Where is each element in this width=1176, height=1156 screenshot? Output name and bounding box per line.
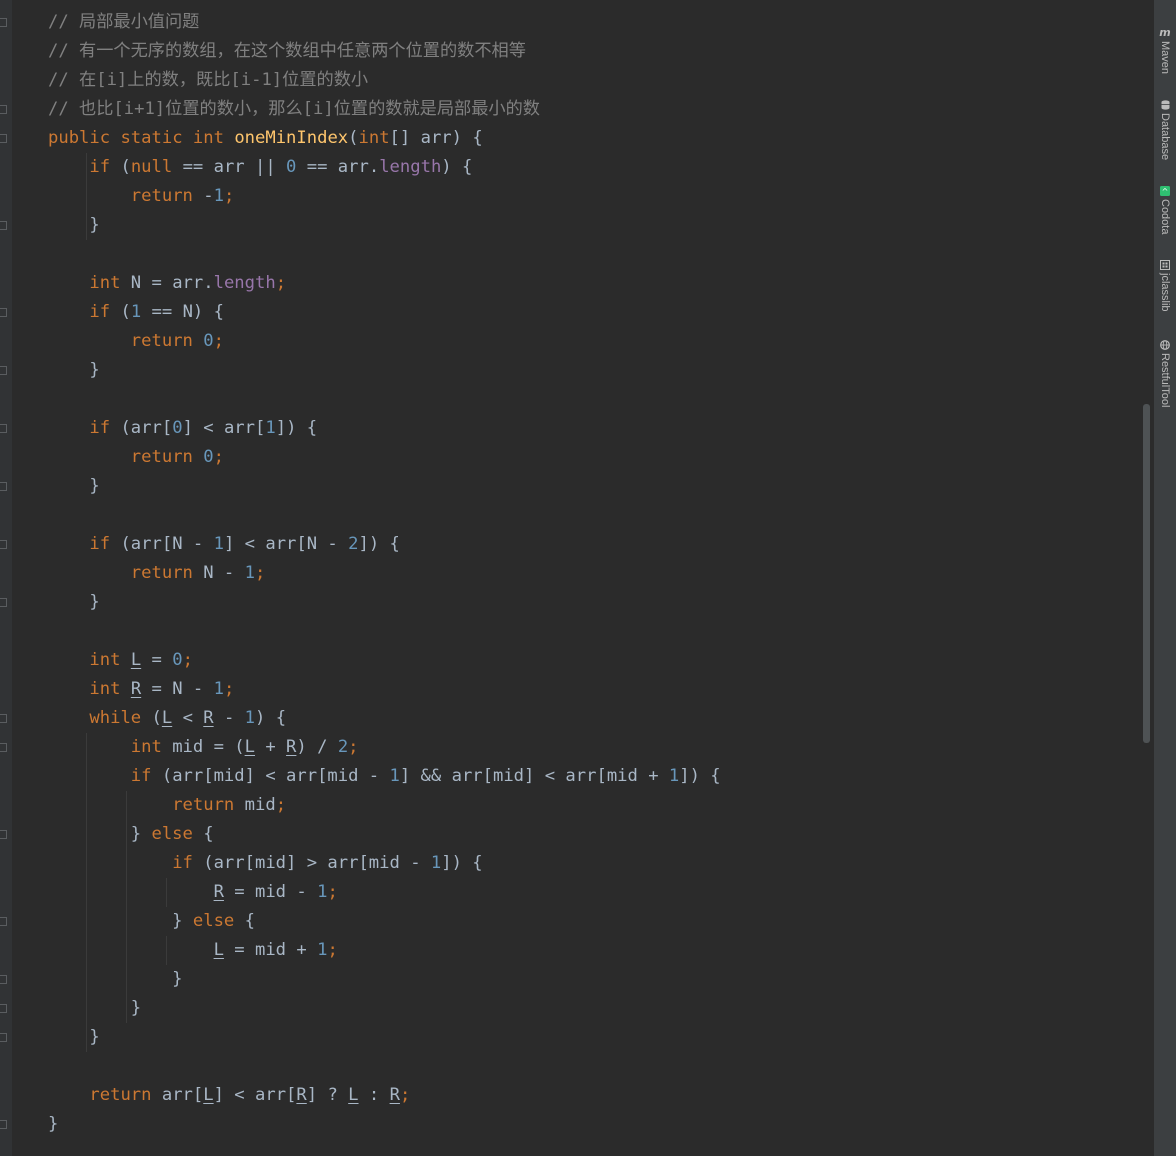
fold-marker-icon[interactable] xyxy=(0,424,7,433)
fold-marker-icon[interactable] xyxy=(0,598,7,607)
code-line[interactable]: if (arr[N - 1] < arr[N - 2]) { xyxy=(48,530,400,559)
code-line[interactable]: } xyxy=(48,211,99,240)
database-label: Database xyxy=(1159,113,1171,161)
codota-label: Codota xyxy=(1159,199,1171,235)
code-line[interactable]: return 0; xyxy=(48,327,224,356)
code-line[interactable]: } else { xyxy=(48,907,255,936)
codota-icon: ^ xyxy=(1160,186,1170,196)
code-line[interactable]: } xyxy=(48,965,182,994)
fold-marker-icon[interactable] xyxy=(0,540,7,549)
code-line[interactable]: int R = N - 1; xyxy=(48,675,234,704)
code-line[interactable]: while (L < R - 1) { xyxy=(48,704,286,733)
code-line[interactable]: return -1; xyxy=(48,182,235,211)
fold-marker-icon[interactable] xyxy=(0,105,7,114)
code-line[interactable]: } xyxy=(48,994,141,1023)
code-line[interactable]: if (null == arr || 0 == arr.length) { xyxy=(48,153,472,182)
maven-label: Maven xyxy=(1159,41,1171,75)
code-line[interactable]: if (arr[0] < arr[1]) { xyxy=(48,414,317,443)
code-line[interactable]: int mid = (L + R) / 2; xyxy=(48,733,359,762)
globe-icon xyxy=(1160,340,1170,350)
fold-marker-icon[interactable] xyxy=(0,830,7,839)
code-line[interactable]: return mid; xyxy=(48,791,286,820)
code-line[interactable]: return 0; xyxy=(48,443,224,472)
maven-tool-button[interactable]: m Maven xyxy=(1155,26,1175,75)
fold-marker-icon[interactable] xyxy=(0,1004,7,1013)
code-line[interactable]: // 局部最小值问题 xyxy=(48,8,199,37)
fold-marker-icon[interactable] xyxy=(0,134,7,143)
code-line[interactable]: R = mid - 1; xyxy=(48,878,338,907)
fold-marker-icon[interactable] xyxy=(0,18,7,27)
fold-marker-icon[interactable] xyxy=(0,714,7,723)
svg-text:^: ^ xyxy=(1162,187,1169,196)
restfultool-tool-button[interactable]: RestfulTool xyxy=(1155,340,1175,407)
code-line[interactable]: } xyxy=(48,1110,58,1139)
fold-marker-icon[interactable] xyxy=(0,1120,7,1129)
code-line[interactable]: } xyxy=(48,356,99,385)
fold-marker-icon[interactable] xyxy=(0,308,7,317)
database-tool-button[interactable]: Database xyxy=(1155,100,1175,160)
code-line[interactable]: public static int oneMinIndex(int[] arr)… xyxy=(48,124,483,153)
fold-marker-icon[interactable] xyxy=(0,743,7,752)
code-line[interactable]: // 在[i]上的数，既比[i-1]位置的数小 xyxy=(48,66,368,95)
restfultool-label: RestfulTool xyxy=(1159,353,1171,408)
code-editor[interactable]: // 局部最小值问题// 有一个无序的数组，在这个数组中任意两个位置的数不相等 /… xyxy=(48,8,1138,1148)
editor-gutter[interactable] xyxy=(0,0,12,1156)
fold-marker-icon[interactable] xyxy=(0,1033,7,1042)
code-line[interactable]: // 有一个无序的数组，在这个数组中任意两个位置的数不相等 xyxy=(48,37,526,66)
code-line[interactable]: L = mid + 1; xyxy=(48,936,338,965)
fold-marker-icon[interactable] xyxy=(0,221,7,230)
code-line[interactable]: } else { xyxy=(48,820,214,849)
code-line[interactable]: } xyxy=(48,1023,99,1052)
code-line[interactable]: int N = arr.length; xyxy=(48,269,286,298)
fold-marker-icon[interactable] xyxy=(0,366,7,375)
jclasslib-label: jclasslib xyxy=(1159,273,1171,312)
vertical-scrollbar[interactable] xyxy=(1143,404,1150,743)
code-line[interactable]: if (arr[mid] < arr[mid - 1] && arr[mid] … xyxy=(48,762,721,791)
code-line[interactable]: // 也比[i+1]位置的数小，那么[i]位置的数就是局部最小的数 xyxy=(48,95,540,124)
database-icon xyxy=(1160,100,1170,110)
fold-marker-icon[interactable] xyxy=(0,917,7,926)
code-line[interactable]: return arr[L] < arr[R] ? L : R; xyxy=(48,1081,410,1110)
codota-tool-button[interactable]: ^ Codota xyxy=(1155,186,1175,234)
code-line[interactable]: } xyxy=(48,472,99,501)
code-line[interactable]: } xyxy=(48,588,99,617)
right-tool-window-bar: m Maven Database ^ Codota jclasslib Rest… xyxy=(1153,0,1176,1156)
fold-marker-icon[interactable] xyxy=(0,975,7,984)
m-icon: m xyxy=(1159,26,1171,39)
fold-marker-icon[interactable] xyxy=(0,482,7,491)
code-line[interactable]: return N - 1; xyxy=(48,559,266,588)
jclasslib-icon xyxy=(1160,260,1170,270)
code-line[interactable]: if (arr[mid] > arr[mid - 1]) { xyxy=(48,849,482,878)
jclasslib-tool-button[interactable]: jclasslib xyxy=(1155,260,1175,312)
code-line[interactable]: int L = 0; xyxy=(48,646,193,675)
code-line[interactable]: if (1 == N) { xyxy=(48,298,224,327)
